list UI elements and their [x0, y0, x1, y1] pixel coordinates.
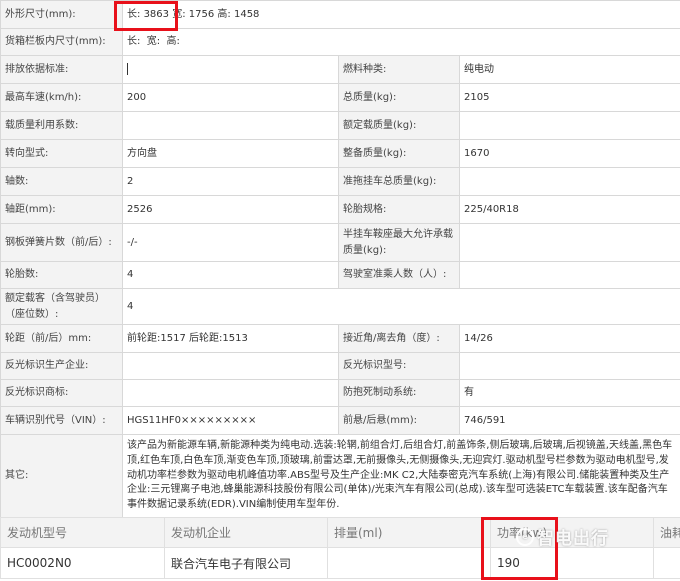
spec-row-other: 其它: 该产品为新能源车辆,新能源种类为纯电动.选装:轮辋,前组合灯,后组合灯,… [0, 434, 680, 518]
cab-occupants-label: 驾驶室准乘人数（人）: [338, 261, 460, 289]
rated-load-label: 额定载质量(kg): [338, 111, 460, 140]
dim-length-label: 长: [127, 8, 141, 20]
spec-row-reflector-maker: 反光标识生产企业: 反光标识型号: [0, 352, 680, 380]
rated-passengers-value: 4 [122, 288, 680, 325]
spec-row-tires: 轮胎数: 4 驾驶室准乘人数（人）: [0, 261, 680, 289]
dim-width-value: 1756 [188, 8, 215, 20]
axles-value: 2 [122, 167, 339, 196]
other-label: 其它: [0, 434, 123, 518]
wheelbase-label: 轴距(mm): [0, 195, 123, 224]
axles-label: 轴数: [0, 167, 123, 196]
tire-count-label: 轮胎数: [0, 261, 123, 289]
reflector-maker-value [122, 352, 339, 380]
spec-row-wheelbase: 轴距(mm): 2526 轮胎规格: 225/40R18 [0, 195, 680, 224]
reflector-model-label: 反光标识型号: [338, 352, 460, 380]
reflector-model-value [459, 352, 680, 380]
engine-data-row: HC0002N0 联合汽车电子有限公司 190 [0, 547, 680, 579]
tire-spec-value: 225/40R18 [459, 195, 680, 224]
spec-row-steering: 转向型式: 方向盘 整备质量(kg): 1670 [0, 139, 680, 168]
dimensions-label: 外形尺寸(mm): [0, 0, 123, 29]
spec-row-emission: 排放依据标准: 燃料种类: 纯电动 [0, 55, 680, 84]
max-speed-value: 200 [122, 83, 339, 112]
cargo-value: 长: 宽: 高: [122, 28, 680, 56]
track-value: 前轮距:1517 后轮距:1513 [122, 324, 339, 353]
overhang-label: 前悬/后悬(mm): [338, 406, 460, 435]
fuel-label: 燃料种类: [338, 55, 460, 84]
leaf-spring-value: -/- [122, 223, 339, 262]
trailer-mass-value [459, 167, 680, 196]
spec-row-reflector-brand: 反光标识商标: 防抱死制动系统: 有 [0, 379, 680, 407]
curb-mass-label: 整备质量(kg): [338, 139, 460, 168]
dim-length-value: 3863 [143, 8, 170, 20]
spec-row-track: 轮距（前/后）mm: 前轮距:1517 后轮距:1513 接近角/离去角（度）:… [0, 324, 680, 353]
abs-value: 有 [459, 379, 680, 407]
engine-header-maker: 发动机企业 [164, 517, 328, 548]
engine-displacement-value [327, 547, 491, 579]
watermark: e 智电出行 [516, 524, 609, 549]
engine-power-value: 190 [490, 547, 654, 579]
spec-row-axles: 轴数: 2 准拖挂车总质量(kg): [0, 167, 680, 196]
spec-row-load: 载质量利用系数: 额定载质量(kg): [0, 111, 680, 140]
curb-mass-value: 1670 [459, 139, 680, 168]
engine-maker-value: 联合汽车电子有限公司 [164, 547, 328, 579]
dim-height-label: 高: [217, 8, 231, 20]
load-util-value [122, 111, 339, 140]
vin-value: HGS11HF0××××××××× [122, 406, 339, 435]
tire-count-value: 4 [122, 261, 339, 289]
spec-row-cargo: 货箱栏板内尺寸(mm): 长: 宽: 高: [0, 28, 680, 56]
wheelbase-value: 2526 [122, 195, 339, 224]
saddle-mass-label: 半挂车鞍座最大允许承载质量(kg): [338, 223, 460, 262]
saddle-mass-value [459, 223, 680, 262]
dim-height-value: 1458 [233, 8, 260, 20]
steering-label: 转向型式: [0, 139, 123, 168]
fuel-value: 纯电动 [459, 55, 680, 84]
approach-angle-value: 14/26 [459, 324, 680, 353]
spec-row-dimensions: 外形尺寸(mm): 长: 3863 宽: 1756 高: 1458 [0, 0, 680, 29]
watermark-text: 智电出行 [537, 529, 609, 549]
cargo-label: 货箱栏板内尺寸(mm): [0, 28, 123, 56]
spec-row-speed: 最高车速(km/h): 200 总质量(kg): 2105 [0, 83, 680, 112]
dim-width-label: 宽: [172, 8, 186, 20]
max-speed-label: 最高车速(km/h): [0, 83, 123, 112]
abs-label: 防抱死制动系统: [338, 379, 460, 407]
other-value: 该产品为新能源车辆,新能源种类为纯电动.选装:轮辋,前组合灯,后组合灯,前盖饰条… [122, 434, 680, 518]
dimensions-value: 长: 3863 宽: 1756 高: 1458 [122, 0, 680, 29]
vin-label: 车辆识别代号（VIN）: [0, 406, 123, 435]
engine-model-value: HC0002N0 [0, 547, 165, 579]
engine-header-displacement: 排量(ml) [327, 517, 491, 548]
emission-value [122, 55, 339, 84]
reflector-maker-label: 反光标识生产企业: [0, 352, 123, 380]
engine-fuel-value [653, 547, 680, 579]
rated-load-value [459, 111, 680, 140]
trailer-mass-label: 准拖挂车总质量(kg): [338, 167, 460, 196]
steering-value: 方向盘 [122, 139, 339, 168]
text-cursor [127, 62, 128, 75]
track-label: 轮距（前/后）mm: [0, 324, 123, 353]
spec-row-passengers: 额定载客（含驾驶员）（座位数）: 4 [0, 288, 680, 325]
spec-row-vin: 车辆识别代号（VIN）: HGS11HF0××××××××× 前悬/后悬(mm)… [0, 406, 680, 435]
engine-header-model: 发动机型号 [0, 517, 165, 548]
load-util-label: 载质量利用系数: [0, 111, 123, 140]
reflector-brand-label: 反光标识商标: [0, 379, 123, 407]
rated-passengers-label: 额定载客（含驾驶员）（座位数）: [0, 288, 123, 325]
reflector-brand-value [122, 379, 339, 407]
engine-header-fuel: 油耗 [653, 517, 680, 548]
overhang-value: 746/591 [459, 406, 680, 435]
total-mass-value: 2105 [459, 83, 680, 112]
vehicle-spec-table: 外形尺寸(mm): 长: 3863 宽: 1756 高: 1458 货箱栏板内尺… [0, 0, 680, 518]
emission-label: 排放依据标准: [0, 55, 123, 84]
tire-spec-label: 轮胎规格: [338, 195, 460, 224]
watermark-logo-icon: e [516, 527, 534, 546]
total-mass-label: 总质量(kg): [338, 83, 460, 112]
spec-row-springs: 钢板弹簧片数（前/后）: -/- 半挂车鞍座最大允许承载质量(kg): [0, 223, 680, 262]
cab-occupants-value [459, 261, 680, 289]
leaf-spring-label: 钢板弹簧片数（前/后）: [0, 223, 123, 262]
approach-angle-label: 接近角/离去角（度）: [338, 324, 460, 353]
